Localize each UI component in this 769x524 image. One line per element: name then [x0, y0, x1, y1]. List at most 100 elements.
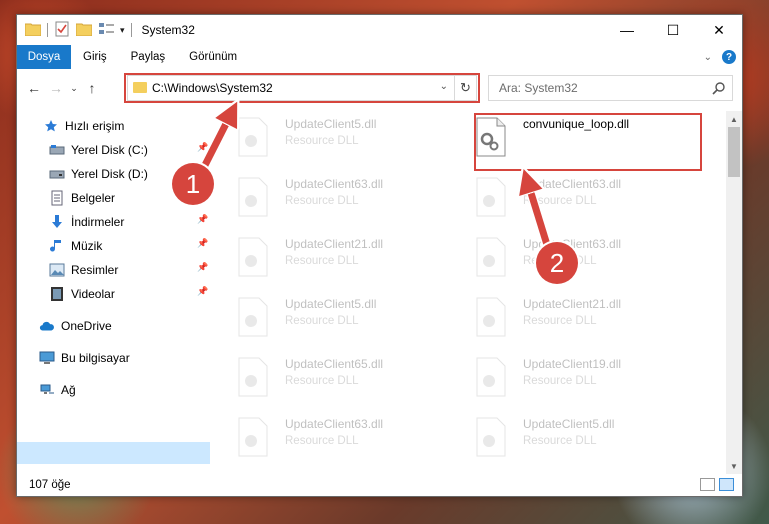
title-separator: [47, 23, 48, 37]
dll-file-icon: [475, 237, 507, 277]
sidebar-item-documents[interactable]: Belgeler: [49, 187, 115, 209]
file-item[interactable]: UpdateClient5.dll Resource DLL: [217, 111, 447, 167]
file-type: Resource DLL: [523, 195, 597, 207]
file-item[interactable]: UpdateClient19.dll Resource DLL: [455, 351, 685, 407]
search-placeholder: Ara: System32: [499, 81, 578, 95]
file-item[interactable]: UpdateClient5.dll Resource DLL: [217, 291, 447, 347]
file-name: UpdateClient5.dll: [523, 417, 615, 431]
music-icon: [49, 238, 65, 254]
cloud-icon: [39, 318, 55, 334]
sidebar-item-local-disk-c[interactable]: Yerel Disk (C:): [49, 139, 148, 161]
chevron-down-icon[interactable]: ⌄: [704, 52, 712, 63]
file-name: UpdateClient19.dll: [523, 357, 622, 371]
details-view-icon[interactable]: [700, 478, 715, 491]
recent-locations-button[interactable]: ⌄: [67, 83, 81, 94]
tab-file[interactable]: Dosya: [17, 45, 71, 69]
view-options-icon[interactable]: [98, 22, 116, 39]
pin-icon: 📌: [197, 262, 209, 272]
selected-highlight: [17, 442, 210, 464]
file-type: Resource DLL: [285, 135, 359, 147]
dll-file-icon: [237, 357, 269, 397]
tab-share[interactable]: Paylaş: [119, 45, 178, 69]
file-name: UpdateClient5.dll: [285, 297, 377, 311]
forward-button[interactable]: →: [45, 80, 67, 96]
sidebar-item-this-pc[interactable]: Bu bilgisayar: [39, 347, 130, 369]
sidebar-item-videos[interactable]: Videolar: [49, 283, 115, 305]
back-button[interactable]: ←: [23, 80, 45, 96]
help-icon[interactable]: ?: [722, 50, 736, 64]
up-button[interactable]: ↑: [81, 80, 103, 96]
tiles-view-icon[interactable]: [719, 478, 734, 491]
dll-file-icon: [237, 237, 269, 277]
file-name: UpdateClient63.dll: [523, 177, 622, 191]
sidebar-item-label: OneDrive: [61, 319, 112, 333]
sidebar-item-quick-access[interactable]: Hızlı erişim: [43, 115, 124, 137]
file-item[interactable]: UpdateClient63.dll Resource DLL: [217, 171, 447, 227]
tab-home[interactable]: Giriş: [71, 45, 119, 69]
dll-file-icon: [475, 417, 507, 457]
file-item[interactable]: UpdateClient21.dll Resource DLL: [455, 291, 685, 347]
tab-view[interactable]: Görünüm: [177, 45, 249, 69]
sidebar-item-label: Resimler: [71, 263, 119, 277]
file-highlight-box: [474, 113, 702, 171]
file-name: UpdateClient65.dll: [285, 357, 384, 371]
title-separator: [130, 23, 132, 37]
status-bar: 107 öğe: [17, 474, 742, 496]
pin-icon: 📌: [197, 214, 209, 224]
file-type: Resource DLL: [285, 255, 359, 267]
window-title: System32: [141, 23, 195, 37]
pin-icon: 📌: [197, 286, 209, 296]
sidebar-item-label: Yerel Disk (D:): [71, 167, 148, 181]
sidebar-item-label: Videolar: [71, 287, 115, 301]
file-item[interactable]: UpdateClient5.dll Resource DLL: [455, 411, 685, 467]
sidebar-item-downloads[interactable]: İndirmeler: [49, 211, 124, 233]
pin-icon: 📌: [197, 238, 209, 248]
new-folder-icon[interactable]: [75, 22, 93, 39]
file-type: Resource DLL: [285, 315, 359, 327]
scroll-up-icon[interactable]: ▲: [726, 111, 742, 127]
network-icon: [39, 382, 55, 398]
sidebar-item-onedrive[interactable]: OneDrive: [39, 315, 112, 337]
title-bar: ▾ System32 — ☐ ✕: [17, 15, 742, 45]
drive-icon: [49, 166, 65, 182]
scroll-down-icon[interactable]: ▼: [726, 458, 742, 474]
vertical-scrollbar[interactable]: ▲ ▼: [726, 111, 742, 474]
pin-icon: 📌: [197, 142, 209, 152]
file-name: UpdateClient21.dll: [523, 297, 622, 311]
file-item[interactable]: UpdateClient21.dll Resource DLL: [217, 231, 447, 287]
search-box[interactable]: Ara: System32: [488, 75, 733, 101]
sidebar-item-local-disk-d[interactable]: Yerel Disk (D:): [49, 163, 148, 185]
properties-icon[interactable]: [54, 21, 70, 40]
sidebar-item-label: Müzik: [71, 239, 103, 253]
maximize-button[interactable]: ☐: [650, 15, 696, 45]
ribbon-tabs: Dosya Giriş Paylaş Görünüm ⌄ ?: [17, 45, 742, 69]
sidebar-item-label: Bu bilgisayar: [61, 351, 130, 365]
customize-toolbar-icon[interactable]: ▾: [120, 25, 125, 36]
computer-icon: [39, 350, 55, 366]
minimize-button[interactable]: —: [604, 15, 650, 45]
search-icon: [712, 81, 726, 98]
star-icon: [43, 118, 59, 134]
sidebar-item-network[interactable]: Ağ: [39, 379, 76, 401]
file-item[interactable]: UpdateClient65.dll Resource DLL: [217, 351, 447, 407]
file-type: Resource DLL: [523, 375, 597, 387]
step-badge-2: 2: [536, 242, 578, 284]
address-highlight-box: [124, 73, 480, 103]
file-name: UpdateClient5.dll: [285, 117, 377, 131]
sidebar-item-label: Belgeler: [71, 191, 116, 205]
file-type: Resource DLL: [285, 435, 359, 447]
file-item[interactable]: UpdateClient63.dll Resource DLL: [217, 411, 447, 467]
file-name: UpdateClient21.dll: [285, 237, 384, 251]
view-switcher: [700, 478, 734, 491]
dll-file-icon: [237, 117, 269, 157]
file-type: Resource DLL: [523, 315, 597, 327]
dll-file-icon: [475, 357, 507, 397]
close-button[interactable]: ✕: [696, 15, 742, 45]
sidebar-item-music[interactable]: Müzik: [49, 235, 102, 257]
file-item[interactable]: UpdateClient63.dll Resource DLL: [455, 171, 685, 227]
dll-file-icon: [237, 417, 269, 457]
sidebar-item-pictures[interactable]: Resimler: [49, 259, 118, 281]
videos-icon: [49, 286, 65, 302]
scroll-thumb[interactable]: [728, 127, 740, 177]
sidebar-item-label: Hızlı erişim: [65, 119, 125, 133]
